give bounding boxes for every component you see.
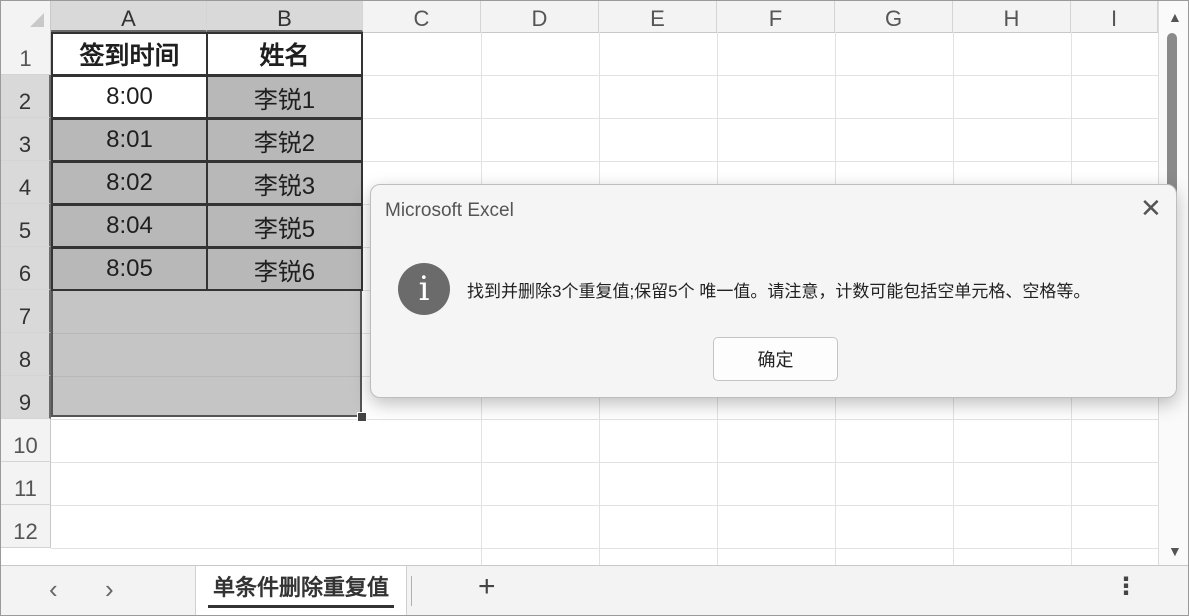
column-header-i[interactable]: I	[1071, 1, 1158, 32]
select-all-corner[interactable]	[1, 1, 51, 32]
cell-a1[interactable]: 签到时间	[51, 32, 208, 76]
column-header-d[interactable]: D	[481, 1, 599, 32]
active-tab-underline	[208, 605, 394, 608]
row-header-11[interactable]: 11	[1, 462, 51, 505]
gridline	[51, 462, 1158, 463]
column-header-b[interactable]: B	[207, 1, 363, 32]
row-header-3[interactable]: 3	[1, 118, 51, 161]
column-header-a[interactable]: A	[51, 1, 207, 32]
next-sheet-icon[interactable]: ›	[105, 574, 114, 605]
gridline	[51, 419, 1158, 420]
more-options-icon[interactable]: ⋮	[1114, 572, 1138, 601]
add-sheet-icon[interactable]: +	[478, 570, 496, 604]
column-header-e[interactable]: E	[599, 1, 717, 32]
sheet-tab-bar: ‹ › 单条件删除重复值 + ⋮	[1, 565, 1188, 615]
cell-b6[interactable]: 李锐6	[206, 247, 363, 291]
row-header-6[interactable]: 6	[1, 247, 51, 290]
sheet-tab-label: 单条件删除重复值	[212, 575, 389, 600]
cell-a5[interactable]: 8:04	[51, 204, 208, 248]
fill-handle[interactable]	[357, 412, 367, 422]
column-header-f[interactable]: F	[717, 1, 835, 32]
ok-button[interactable]: 确定	[713, 337, 838, 381]
select-all-triangle-icon	[30, 13, 44, 27]
row-header-5[interactable]: 5	[1, 204, 51, 247]
info-icon: i	[398, 263, 450, 315]
row-header-2[interactable]: 2	[1, 75, 51, 118]
gridline	[51, 548, 1158, 549]
cell-b5[interactable]: 李锐5	[206, 204, 363, 248]
cell-a6[interactable]: 8:05	[51, 247, 208, 291]
tab-divider	[411, 576, 412, 606]
column-header-c[interactable]: C	[363, 1, 481, 32]
column-header-g[interactable]: G	[835, 1, 953, 32]
gridline	[51, 505, 1158, 506]
cell-a2[interactable]: 8:00	[51, 75, 208, 119]
row-header-7[interactable]: 7	[1, 290, 51, 333]
column-header-bar: A B C D E F G H I	[1, 1, 1158, 33]
scroll-down-icon[interactable]: ▼	[1168, 543, 1182, 559]
scroll-up-icon[interactable]: ▲	[1168, 9, 1182, 25]
prev-sheet-icon[interactable]: ‹	[49, 574, 58, 605]
row-header-10[interactable]: 10	[1, 419, 51, 462]
cell-b3[interactable]: 李锐2	[206, 118, 363, 162]
row-header-8[interactable]: 8	[1, 333, 51, 376]
row-header-9[interactable]: 9	[1, 376, 51, 419]
cell-b2[interactable]: 李锐1	[206, 75, 363, 119]
row-header-12[interactable]: 12	[1, 505, 51, 548]
column-header-h[interactable]: H	[953, 1, 1071, 32]
cell-a4[interactable]: 8:02	[51, 161, 208, 205]
cell-b1[interactable]: 姓名	[206, 32, 363, 76]
cell-b4[interactable]: 李锐3	[206, 161, 363, 205]
excel-window: A B C D E F G H I 1 2 3 4 5 6 7 8 9 10 1…	[0, 0, 1189, 616]
row-header-4[interactable]: 4	[1, 161, 51, 204]
sheet-tab-active[interactable]: 单条件删除重复值	[195, 566, 407, 615]
message-dialog: Microsoft Excel ✕ i 找到并删除3个重复值;保留5个 唯一值。…	[370, 184, 1177, 398]
dialog-title: Microsoft Excel	[385, 200, 514, 221]
dialog-message: 找到并删除3个重复值;保留5个 唯一值。请注意，计数可能包括空单元格、空格等。	[467, 282, 1091, 301]
close-icon[interactable]: ✕	[1140, 193, 1162, 224]
cell-a3[interactable]: 8:01	[51, 118, 208, 162]
row-header-1[interactable]: 1	[1, 32, 51, 75]
